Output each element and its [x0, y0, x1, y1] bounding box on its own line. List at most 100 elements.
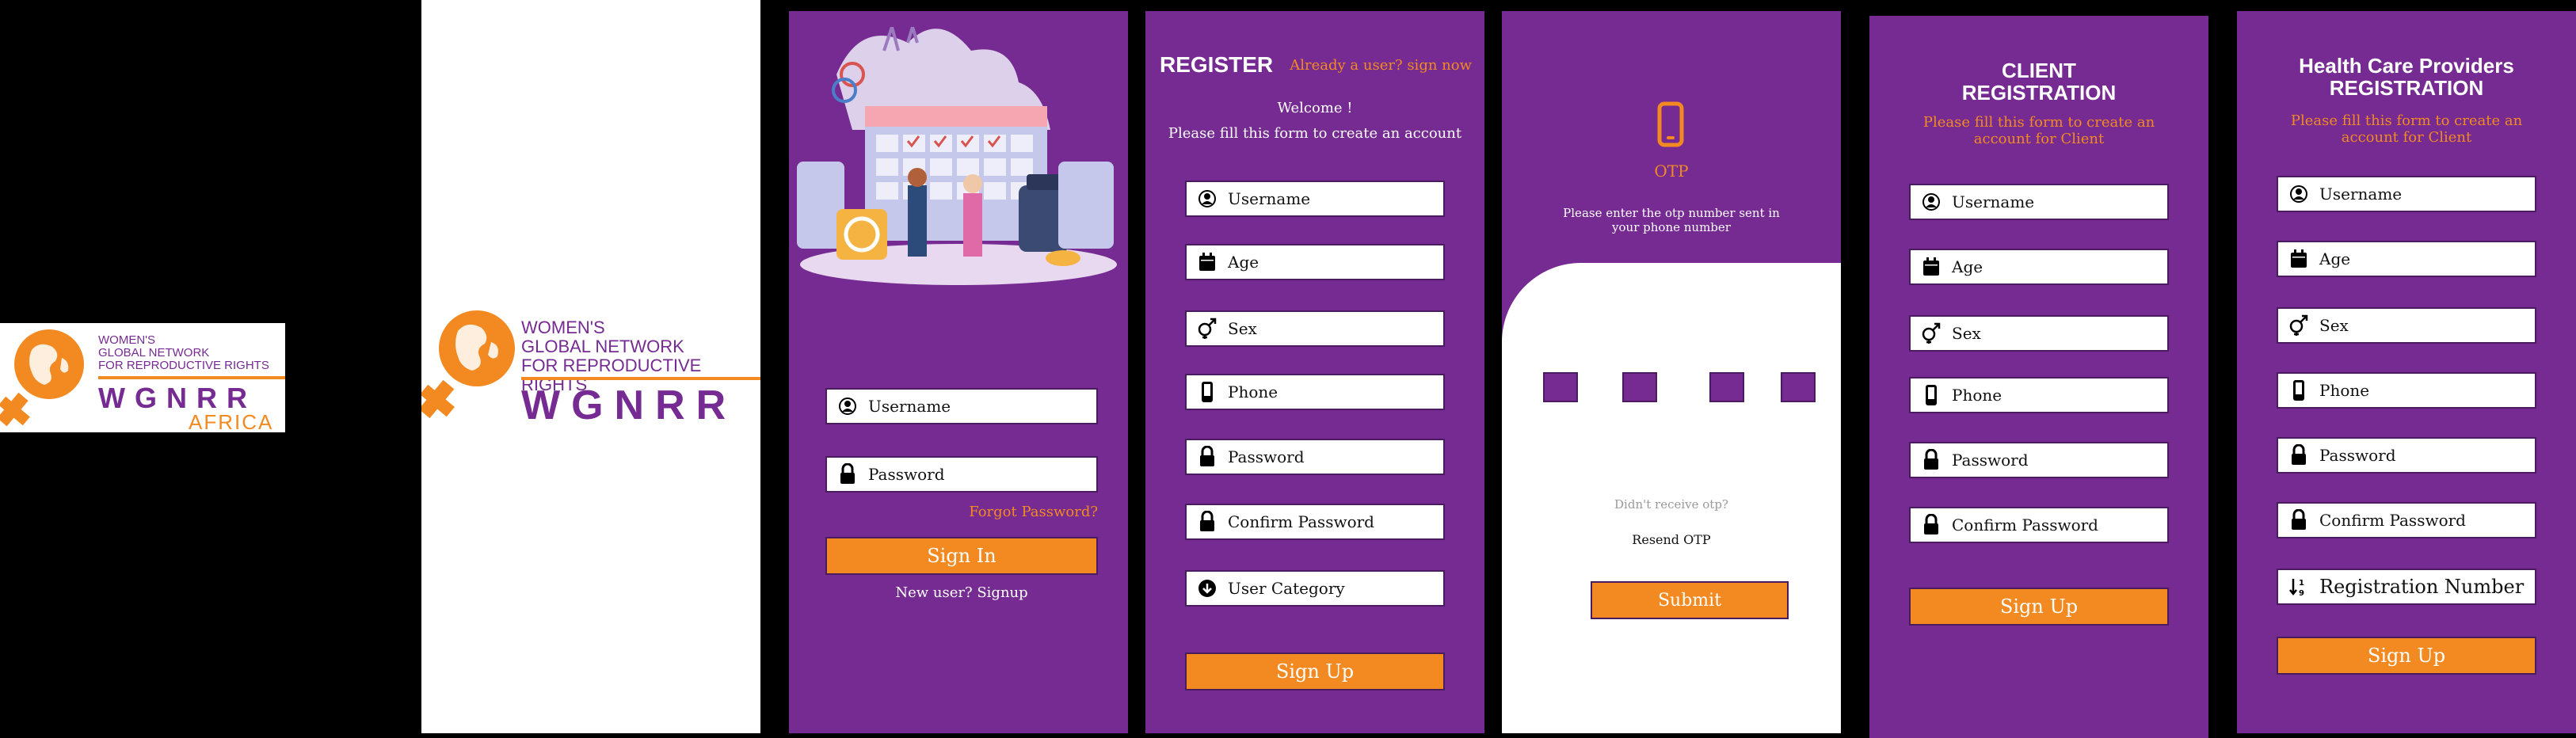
username-label: Username	[1228, 189, 1311, 208]
svg-text:9: 9	[2299, 589, 2304, 597]
provider-registration-screen: Health Care Providers REGISTRATION Pleas…	[2237, 11, 2576, 733]
registration-number-field[interactable]: 1 9 Registration Number	[2277, 569, 2536, 605]
confirm-password-field[interactable]: Confirm Password	[2277, 502, 2536, 538]
sign-up-button[interactable]: Sign Up	[2277, 637, 2536, 675]
user-category-label: User Category	[1228, 579, 1345, 598]
lock-icon	[827, 463, 868, 485]
phone-label: Phone	[1952, 386, 2002, 405]
signup-link[interactable]: New user? Signup	[825, 584, 1098, 601]
password-label: Password	[1228, 447, 1305, 466]
confirm-password-label: Confirm Password	[1952, 515, 2098, 534]
welcome-text: Welcome !	[1277, 100, 1353, 116]
confirm-password-field[interactable]: Confirm Password	[1185, 504, 1445, 540]
provider-subtitle: Please fill this form to create an accou…	[2290, 112, 2523, 146]
username-label: Username	[2319, 184, 2403, 204]
confirm-password-label: Confirm Password	[1228, 512, 1374, 531]
logo-line3: FOR REPRODUCTIVE RIGHTS	[98, 359, 269, 372]
logo-main: WOMEN'S GLOBAL NETWORK FOR REPRODUCTIVE …	[421, 0, 760, 733]
password-field[interactable]: Password	[825, 456, 1098, 493]
register-screen: REGISTER Already a user? sign now Welcom…	[1145, 11, 1484, 733]
lock-icon	[1911, 449, 1952, 471]
phone-label: Phone	[1228, 382, 1278, 401]
phone-icon	[1187, 381, 1228, 403]
sex-field[interactable]: Sex	[1909, 315, 2169, 352]
otp-digit-2[interactable]	[1622, 372, 1657, 402]
username-label: Username	[1952, 192, 2035, 211]
user-circle-icon	[2278, 184, 2319, 204]
svg-text:1: 1	[2299, 579, 2304, 588]
username-label: Username	[868, 397, 951, 416]
sex-field[interactable]: Sex	[2277, 307, 2536, 344]
sex-label: Sex	[2319, 316, 2349, 335]
phone-field[interactable]: Phone	[2277, 372, 2536, 409]
logo-line1: WOMEN'S	[521, 318, 605, 337]
phone-icon	[2278, 379, 2319, 401]
provider-title-line1: Health Care Providers	[2299, 54, 2514, 78]
forgot-password-link[interactable]: Forgot Password?	[969, 504, 1098, 520]
password-label: Password	[1952, 451, 2029, 470]
gender-icon	[2278, 314, 2319, 337]
health-calendar-illustration	[797, 27, 1117, 285]
user-category-field[interactable]: User Category	[1185, 570, 1445, 607]
confirm-password-field[interactable]: Confirm Password	[1909, 507, 2169, 543]
logo-line2: GLOBAL NETWORK	[98, 346, 210, 359]
didnt-receive-text: Didn't receive otp?	[1614, 497, 1728, 512]
gender-icon	[1187, 318, 1228, 340]
age-label: Age	[1228, 253, 1259, 272]
registration-number-label: Registration Number	[2319, 576, 2525, 598]
lock-icon	[1187, 446, 1228, 468]
lock-icon	[1911, 514, 1952, 536]
sign-up-button[interactable]: Sign Up	[1185, 652, 1445, 690]
sex-field[interactable]: Sex	[1185, 310, 1445, 347]
age-field[interactable]: Age	[1909, 249, 2169, 285]
register-instructions: Please fill this form to create an accou…	[1168, 125, 1462, 142]
sign-up-button[interactable]: Sign Up	[1909, 588, 2169, 626]
confirm-password-label: Confirm Password	[2319, 511, 2466, 530]
client-registration-screen: CLIENT REGISTRATION Please fill this for…	[1869, 16, 2208, 738]
phone-icon	[1911, 384, 1952, 406]
username-field[interactable]: Username	[1185, 181, 1445, 217]
calendar-icon	[1911, 257, 1952, 277]
phone-field[interactable]: Phone	[1909, 377, 2169, 413]
venus-globe-icon	[421, 310, 515, 419]
logo-region: AFRICA	[189, 410, 274, 434]
username-field[interactable]: Username	[1909, 184, 2169, 220]
age-label: Age	[2319, 249, 2351, 268]
user-circle-icon	[1911, 192, 1952, 211]
password-field[interactable]: Password	[1909, 442, 2169, 478]
logo-acronym: WGNRR	[521, 382, 737, 428]
resend-otp-link[interactable]: Resend OTP	[1502, 532, 1841, 547]
calendar-icon	[1187, 252, 1228, 272]
submit-button[interactable]: Submit	[1591, 581, 1789, 619]
sign-in-link[interactable]: Already a user? sign now	[1290, 57, 1472, 74]
password-field[interactable]: Password	[1185, 439, 1445, 475]
sort-numeric-icon: 19	[2278, 576, 2319, 597]
register-title: REGISTER	[1160, 52, 1274, 77]
otp-digit-1[interactable]	[1543, 372, 1578, 402]
logo-africa: WOMEN'S GLOBAL NETWORK FOR REPRODUCTIVE …	[0, 323, 285, 434]
password-field[interactable]: Password	[2277, 437, 2536, 474]
phone-field[interactable]: Phone	[1185, 374, 1445, 410]
otp-digit-4[interactable]	[1781, 372, 1816, 402]
user-circle-icon	[827, 397, 868, 416]
client-title-line1: CLIENT	[2002, 59, 2076, 82]
gender-icon	[1911, 322, 1952, 344]
calendar-icon	[2278, 249, 2319, 269]
client-title-line2: REGISTRATION	[1961, 81, 2117, 105]
logo-line2: GLOBAL NETWORK	[521, 337, 684, 356]
sign-in-button[interactable]: Sign In	[825, 537, 1098, 575]
age-field[interactable]: Age	[1185, 244, 1445, 280]
age-field[interactable]: Age	[2277, 241, 2536, 277]
sex-label: Sex	[1228, 319, 1257, 338]
lock-icon	[2278, 509, 2319, 531]
username-field[interactable]: Username	[825, 388, 1098, 424]
phone-label: Phone	[2319, 381, 2370, 400]
username-field[interactable]: Username	[2277, 176, 2536, 212]
age-label: Age	[1952, 257, 1983, 276]
login-screen: Username Password Forgot Password? Sign …	[789, 11, 1128, 733]
otp-digit-3[interactable]	[1709, 372, 1744, 402]
provider-title-line2: REGISTRATION	[2329, 76, 2484, 100]
arrow-down-circle-icon	[1187, 579, 1228, 598]
lock-icon	[2278, 444, 2319, 466]
otp-screen: OTP Please enter the otp number sent in …	[1502, 11, 1841, 733]
